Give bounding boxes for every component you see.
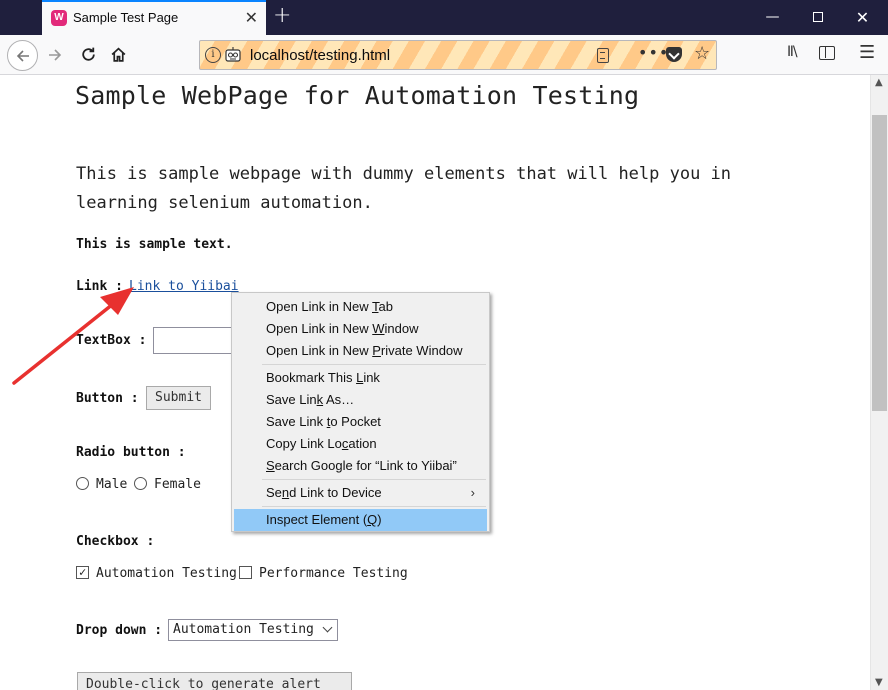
menu-separator <box>262 506 486 507</box>
menu-separator <box>262 364 486 365</box>
page-actions-icon[interactable]: ••• <box>638 43 669 62</box>
forward-button[interactable] <box>40 40 70 70</box>
sample-text: This is sample text. <box>76 237 233 252</box>
testing-dropdown[interactable]: Automation Testing <box>168 619 338 641</box>
double-click-button[interactable]: Double-click to generate alert box <box>77 672 352 690</box>
checkbox-performance[interactable] <box>239 566 252 579</box>
menu-separator <box>262 479 486 480</box>
library-icon[interactable]: Ⅱ\ <box>787 44 798 60</box>
menu-item-save-link-as[interactable]: Save Link As… <box>234 389 487 411</box>
chevron-down-icon <box>322 622 333 633</box>
context-menu: Open Link in New Tab Open Link in New Wi… <box>231 292 490 532</box>
reload-icon <box>81 47 95 61</box>
bookmark-star-icon[interactable]: ☆ <box>694 43 710 64</box>
radio-male-label: Male <box>96 477 128 492</box>
menu-item-inspect-element[interactable]: Inspect Element (Q) <box>234 509 487 531</box>
close-window-button[interactable]: ✕ <box>840 0 885 35</box>
tab-sample-test-page[interactable]: W Sample Test Page ✕ <box>42 0 266 35</box>
submit-button[interactable]: Submit <box>146 386 211 410</box>
robot-icon[interactable] <box>224 46 242 64</box>
favicon-icon: W <box>51 10 67 26</box>
pocket-icon[interactable] <box>666 47 682 62</box>
intro-paragraph: This is sample webpage with dummy elemen… <box>76 164 732 213</box>
page-title: Sample WebPage for Automation Testing <box>75 81 640 110</box>
textbox-label: TextBox : <box>76 333 147 348</box>
checkbox-performance-label: Performance Testing <box>259 566 408 581</box>
submenu-arrow-icon: › <box>470 485 475 500</box>
scrollbar-thumb[interactable] <box>872 115 887 411</box>
text-input[interactable] <box>153 327 238 354</box>
vertical-scrollbar[interactable]: ▲ ▼ <box>870 75 888 690</box>
radio-female[interactable] <box>134 477 147 490</box>
minimize-button[interactable]: — <box>750 0 795 35</box>
reload-button[interactable] <box>73 40 103 70</box>
arrow-right-icon <box>49 49 62 61</box>
checkbox-automation[interactable]: ✓ <box>76 565 89 579</box>
scroll-down-icon[interactable]: ▼ <box>875 677 883 688</box>
menu-item-copy-link-location[interactable]: Copy Link Location <box>234 433 487 455</box>
new-tab-button[interactable]: + <box>273 3 291 28</box>
radio-male[interactable] <box>76 477 89 490</box>
arrow-left-icon <box>16 50 29 62</box>
radio-female-label: Female <box>154 477 201 492</box>
hamburger-menu-icon[interactable]: ☰ <box>859 42 875 63</box>
link-label: Link : <box>76 279 123 294</box>
menu-item-bookmark-link[interactable]: Bookmark This Link <box>234 367 487 389</box>
menu-item-save-to-pocket[interactable]: Save Link to Pocket <box>234 411 487 433</box>
url-text[interactable]: localhost/testing.html <box>250 47 390 64</box>
scroll-up-icon[interactable]: ▲ <box>875 77 883 88</box>
dropdown-label: Drop down : <box>76 623 163 638</box>
dropdown-value: Automation Testing <box>173 622 314 637</box>
home-icon <box>111 47 125 62</box>
radio-label: Radio button : <box>76 445 186 460</box>
sidebar-icon[interactable] <box>819 46 835 60</box>
maximize-icon <box>812 12 823 22</box>
tab-close-icon[interactable]: ✕ <box>245 8 258 27</box>
yiibai-link[interactable]: Link to Yiibai <box>129 279 239 294</box>
menu-item-open-private-window[interactable]: Open Link in New Private Window <box>234 340 487 362</box>
back-button[interactable] <box>7 40 38 71</box>
checkbox-label: Checkbox : <box>76 534 155 549</box>
checkmark-icon: ✓ <box>79 565 87 579</box>
title-bar: W Sample Test Page ✕ + — ✕ <box>0 0 888 35</box>
button-label: Button : <box>76 391 139 406</box>
menu-item-search-google[interactable]: Search Google for “Link to Yiibai” <box>234 455 487 477</box>
tab-title: Sample Test Page <box>73 10 179 25</box>
checkbox-automation-label: Automation Testing <box>96 566 237 581</box>
info-icon[interactable]: i <box>205 47 221 63</box>
maximize-button[interactable] <box>795 0 840 35</box>
navigation-toolbar: i localhost/testing.html ••• ☆ Ⅱ\ ☰ <box>0 35 888 75</box>
menu-item-open-new-window[interactable]: Open Link in New Window <box>234 318 487 340</box>
home-button[interactable] <box>103 40 133 70</box>
url-bar[interactable]: i localhost/testing.html ••• ☆ <box>199 40 717 70</box>
menu-item-send-link-to-device[interactable]: Send Link to Device › <box>234 482 487 504</box>
menu-item-open-new-tab[interactable]: Open Link in New Tab <box>234 296 487 318</box>
reader-view-icon[interactable] <box>597 48 609 63</box>
